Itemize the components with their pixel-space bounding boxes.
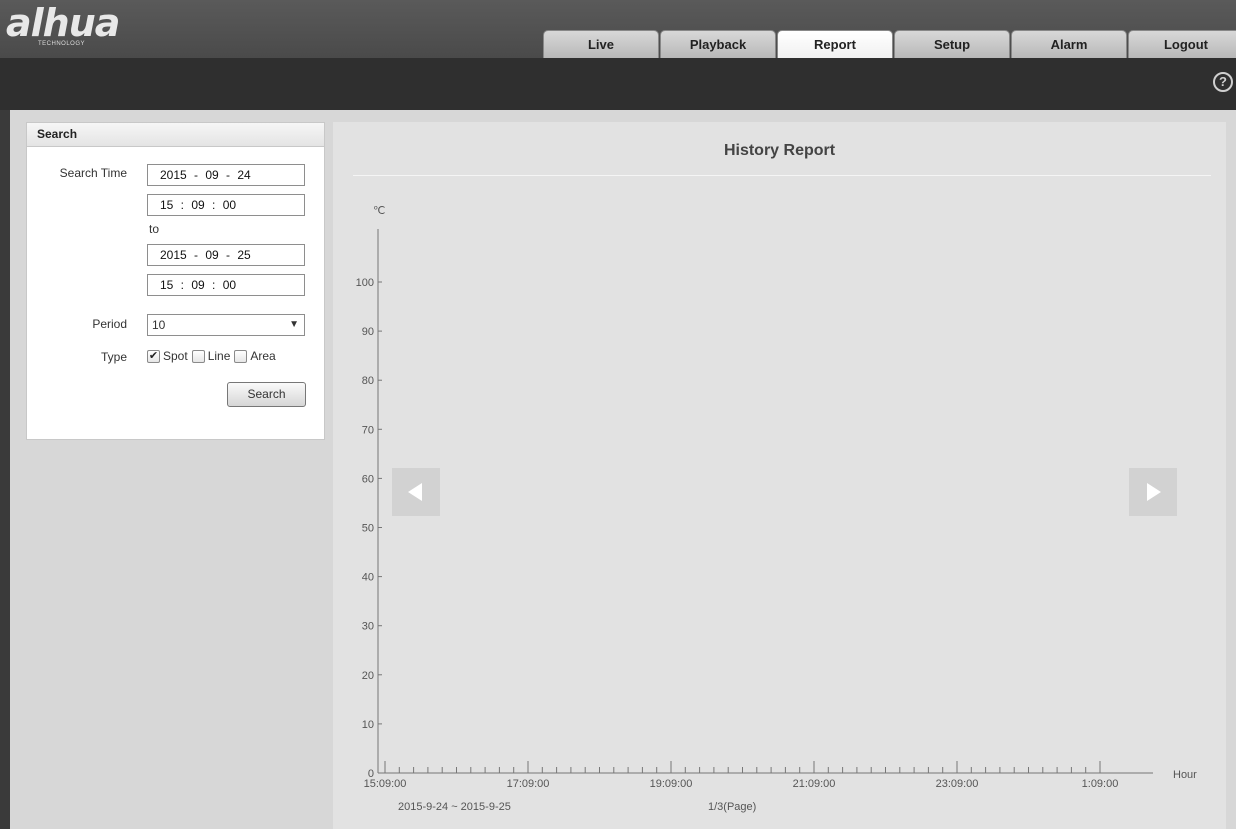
area-label: Area: [250, 349, 276, 363]
sub-toolbar: ?: [0, 58, 1236, 110]
triangle-left-icon: [408, 483, 422, 501]
period-label: Period: [92, 317, 127, 331]
x-tick-label: 15:09:00: [364, 778, 407, 790]
search-panel: Search Search Time 2015 - 09 - 24 15 : 0…: [26, 122, 325, 440]
x-tick-label: 21:09:00: [793, 778, 836, 790]
type-label: Type: [100, 350, 127, 364]
search-time-label: Search Time: [59, 166, 127, 180]
start-date-field[interactable]: 2015 - 09 - 24: [147, 164, 305, 186]
tab-playback[interactable]: Playback: [660, 30, 776, 58]
y-tick-label: 100: [356, 277, 374, 289]
y-axis-unit: ℃: [373, 205, 385, 217]
logo-wordmark: alhua: [6, 1, 120, 45]
chart-layer: 010203040506070809010015:09:00 17:09:00 19…: [356, 229, 1153, 790]
end-time-field[interactable]: 15 : 09 : 00: [147, 274, 305, 296]
y-tick-label: 10: [362, 719, 374, 731]
spot-checkbox[interactable]: ✔: [147, 349, 160, 363]
history-report-panel: History Report 0 10 20 30 40 50 60 70 80 90 100 15:…: [333, 122, 1226, 829]
y-tick-label: 80: [362, 375, 374, 387]
dahua-logo: alhua TECHNOLOGY: [6, 1, 120, 48]
end-date-field[interactable]: 2015 - 09 - 25: [147, 244, 305, 266]
tab-setup[interactable]: Setup: [894, 30, 1010, 58]
page-indicator: 1/3(Page): [708, 801, 756, 813]
previous-page-button[interactable]: [392, 468, 440, 516]
type-options: ✔ Spot Line Area: [147, 349, 280, 363]
y-tick-label: 90: [362, 326, 374, 338]
main-nav-tabs: Live Playback Report Setup Alarm Logout: [543, 30, 1236, 58]
tab-report[interactable]: Report: [777, 30, 893, 58]
to-label: to: [149, 222, 160, 236]
tab-live[interactable]: Live: [543, 30, 659, 58]
y-tick-label: 20: [362, 670, 374, 682]
search-button[interactable]: Search: [227, 382, 306, 407]
triangle-right-icon: [1147, 483, 1161, 501]
search-panel-title: Search: [27, 123, 324, 147]
workspace: Search Search Time 2015 - 09 - 24 15 : 0…: [10, 110, 1236, 829]
y-tick-label: 70: [362, 424, 374, 436]
date-range-label: 2015-9-24 ~ 2015-9-25: [398, 801, 511, 813]
line-checkbox[interactable]: [191, 349, 205, 363]
x-axis-unit: Hour: [1173, 769, 1197, 781]
x-tick-label: 19:09:00: [650, 778, 693, 790]
period-value: 10: [152, 318, 166, 332]
top-bar: alhua TECHNOLOGY Live Playback Report Se…: [0, 0, 1236, 58]
y-tick-label: 50: [362, 523, 374, 535]
chevron-down-icon: ▼: [289, 319, 299, 330]
history-chart: 010203040506070809010015:09:00 17:09:00 19…: [356, 205, 1198, 813]
period-select[interactable]: 10 ▼: [147, 314, 305, 336]
area-checkbox[interactable]: [234, 349, 248, 363]
x-tick-label: 1:09:00: [1082, 778, 1119, 790]
spot-label: Spot: [163, 349, 188, 363]
line-label: Line: [207, 349, 231, 363]
logo-subtitle: TECHNOLOGY: [38, 41, 86, 47]
x-tick-label: 17:09:00: [507, 778, 550, 790]
help-icon[interactable]: ?: [1213, 72, 1233, 92]
y-tick-label: 60: [362, 473, 374, 485]
start-time-field[interactable]: 15 : 09 : 00: [147, 194, 305, 216]
tab-logout[interactable]: Logout: [1128, 30, 1236, 58]
tab-alarm[interactable]: Alarm: [1011, 30, 1127, 58]
x-tick-label: 23:09:00: [936, 778, 979, 790]
y-tick-label: 30: [362, 621, 374, 633]
y-tick-label: 40: [362, 572, 374, 584]
next-page-button[interactable]: [1129, 468, 1177, 516]
